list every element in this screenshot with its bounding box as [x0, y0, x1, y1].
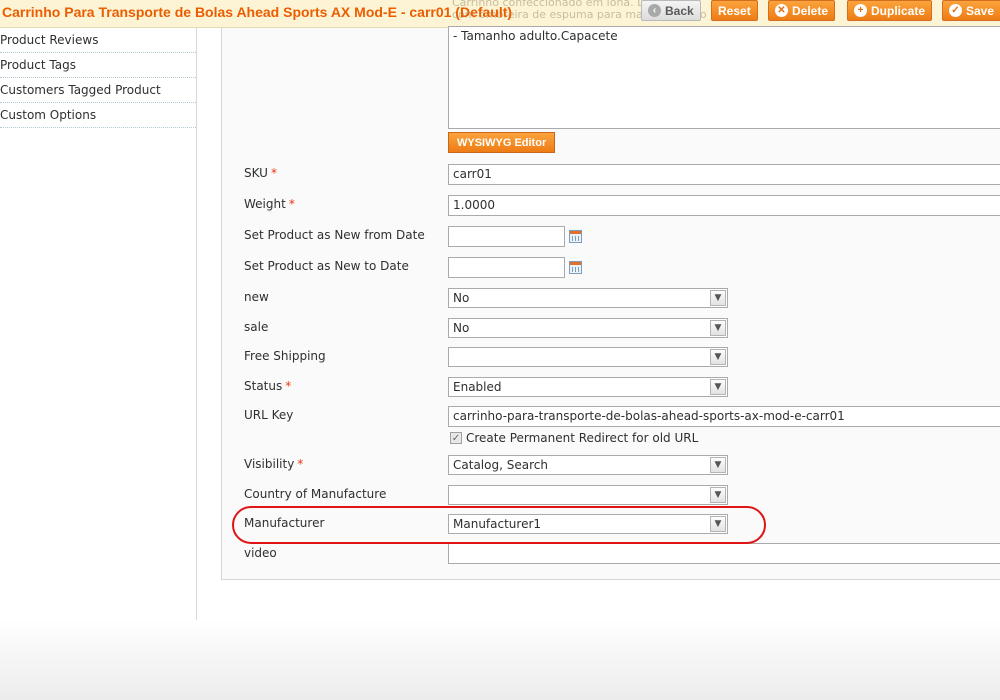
chevron-down-icon: ▼ [710, 516, 726, 532]
sidebar-item-customers-tagged-product[interactable]: Customers Tagged Product [0, 78, 196, 103]
video-input[interactable] [448, 543, 1000, 564]
new-to-date-input[interactable] [448, 257, 565, 278]
sale-label: sale [244, 320, 269, 334]
description-textarea[interactable]: - Tamanho adulto.Capacete [448, 26, 1000, 129]
duplicate-button-label: Duplicate [871, 3, 926, 18]
arrow-left-icon: ‹ [648, 4, 661, 17]
sidebar-item-label: Customers Tagged Product [0, 83, 161, 97]
page-footer-area [0, 620, 1000, 700]
required-marker: * [270, 166, 277, 180]
page-title: Carrinho Para Transporte de Bolas Ahead … [2, 4, 513, 20]
weight-input[interactable]: 1.0000 [448, 195, 1000, 216]
required-marker: * [288, 197, 295, 211]
check-icon: ✓ [949, 4, 962, 17]
save-button[interactable]: ✓ Save [942, 0, 1000, 21]
visibility-select[interactable]: Catalog, Search ▼ [448, 455, 728, 475]
required-marker: * [285, 379, 292, 393]
redirect-checkbox-row[interactable]: ✓ Create Permanent Redirect for old URL [450, 431, 698, 445]
back-button-label: Back [665, 3, 694, 18]
back-button[interactable]: ‹ Back [641, 0, 701, 21]
plus-icon: + [854, 4, 867, 17]
chevron-down-icon: ▼ [710, 487, 726, 503]
duplicate-button[interactable]: + Duplicate [847, 0, 933, 21]
chevron-down-icon: ▼ [710, 457, 726, 473]
new-to-date-label: Set Product as New to Date [244, 259, 409, 273]
country-of-manufacture-select[interactable]: ▼ [448, 485, 728, 505]
status-select[interactable]: Enabled ▼ [448, 377, 728, 397]
url-key-input[interactable]: carrinho-para-transporte-de-bolas-ahead-… [448, 406, 1000, 427]
sidebar-item-label: Product Tags [0, 58, 76, 72]
sale-select-value: No [453, 321, 470, 335]
required-marker: * [297, 457, 304, 471]
manufacturer-select[interactable]: Manufacturer1 ▼ [448, 514, 728, 534]
reset-button-label: Reset [718, 3, 751, 18]
new-label: new [244, 290, 269, 304]
reset-button[interactable]: Reset [711, 0, 758, 21]
delete-icon: ✕ [775, 4, 788, 17]
status-label: Status * [244, 379, 292, 393]
free-shipping-select[interactable]: ▼ [448, 347, 728, 367]
sidebar-item-label: Product Reviews [0, 33, 99, 47]
redirect-checkbox[interactable]: ✓ [450, 432, 462, 444]
sidebar-item-custom-options[interactable]: Custom Options [0, 103, 196, 128]
delete-button[interactable]: ✕ Delete [768, 0, 836, 21]
chevron-down-icon: ▼ [710, 320, 726, 336]
sale-select[interactable]: No ▼ [448, 318, 728, 338]
new-select[interactable]: No ▼ [448, 288, 728, 308]
country-of-manufacture-label: Country of Manufacture [244, 487, 387, 501]
page-header: Carrinho confeccionado em lona. Dimensõe… [0, 0, 1000, 28]
sidebar-item-label: Custom Options [0, 108, 97, 122]
delete-button-label: Delete [792, 3, 829, 18]
chevron-down-icon: ▼ [710, 290, 726, 306]
url-key-label: URL Key [244, 408, 294, 422]
manufacturer-select-value: Manufacturer1 [453, 517, 542, 531]
sidebar-item-product-tags[interactable]: Product Tags [0, 53, 196, 78]
sku-input[interactable]: carr01 [448, 164, 1000, 185]
redirect-checkbox-label: Create Permanent Redirect for old URL [466, 431, 699, 445]
visibility-label: Visibility * [244, 457, 304, 471]
calendar-icon[interactable] [569, 230, 582, 243]
chevron-down-icon: ▼ [710, 379, 726, 395]
new-select-value: No [453, 291, 470, 305]
save-button-label: Save [966, 3, 995, 18]
video-label: video [244, 546, 277, 560]
free-shipping-label: Free Shipping [244, 349, 326, 363]
calendar-icon[interactable] [569, 261, 582, 274]
description-text: - Tamanho adulto.Capacete [453, 29, 618, 43]
product-form-panel: - Tamanho adulto.Capacete WYSIWYG Editor… [221, 26, 1000, 580]
visibility-select-value: Catalog, Search [453, 458, 548, 472]
chevron-down-icon: ▼ [710, 349, 726, 365]
status-select-value: Enabled [453, 380, 502, 394]
wysiwyg-editor-label: WYSIWYG Editor [457, 136, 547, 149]
product-tabs-sidebar: Product Reviews Product Tags Customers T… [0, 28, 197, 620]
manufacturer-label: Manufacturer [244, 516, 325, 530]
new-from-date-label: Set Product as New from Date [244, 228, 425, 242]
new-from-date-input[interactable] [448, 226, 565, 247]
sidebar-item-product-reviews[interactable]: Product Reviews [0, 28, 196, 53]
wysiwyg-editor-button[interactable]: WYSIWYG Editor [448, 132, 556, 153]
weight-label: Weight * [244, 197, 295, 211]
sku-label: SKU * [244, 166, 277, 180]
